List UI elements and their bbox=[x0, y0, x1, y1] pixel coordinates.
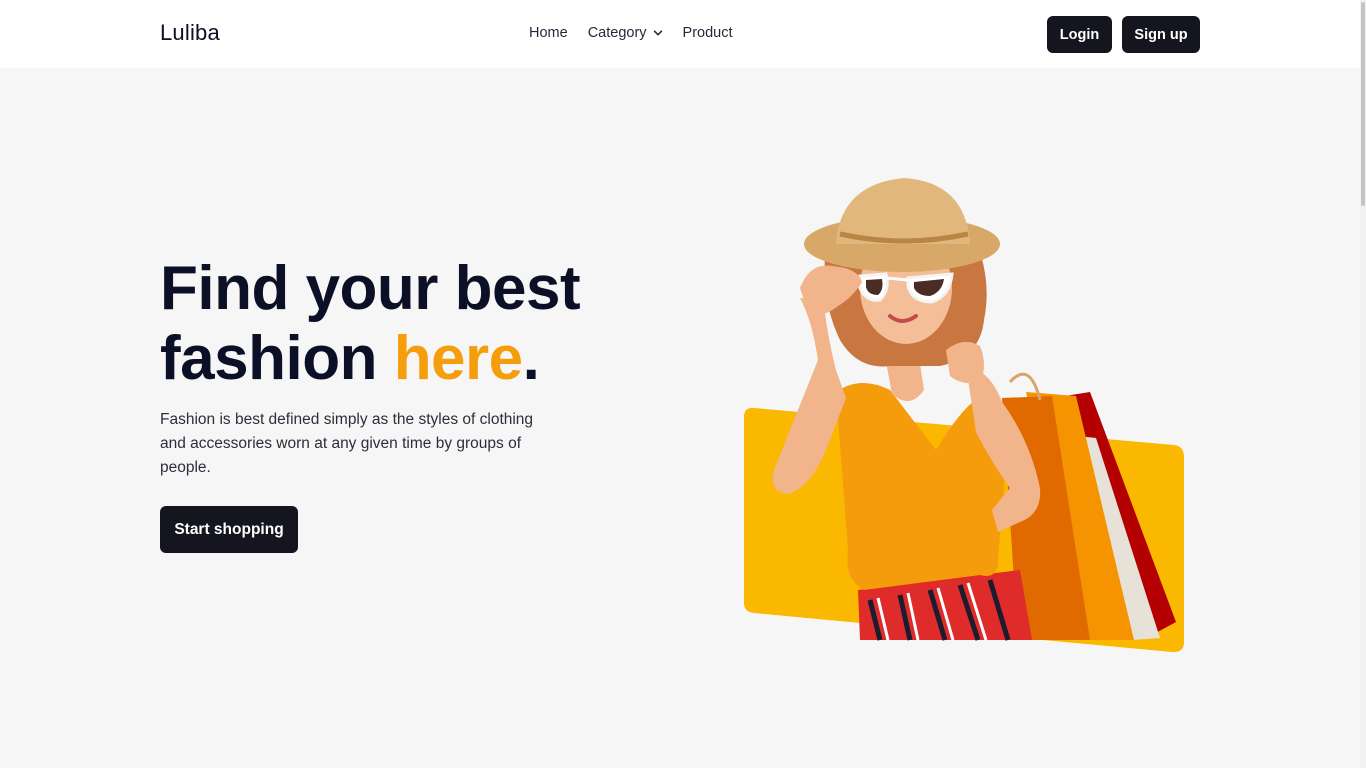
nav-link-home[interactable]: Home bbox=[529, 25, 568, 41]
hero-title-accent: here bbox=[393, 324, 523, 393]
hero-title-period: . bbox=[522, 324, 540, 393]
login-button[interactable]: Login bbox=[1047, 16, 1112, 53]
scrollbar-thumb[interactable] bbox=[1361, 2, 1365, 206]
hero-title-line1: Find your best bbox=[160, 254, 581, 323]
nav-link-category[interactable]: Category bbox=[588, 25, 663, 41]
nav-links: Home Category Product bbox=[529, 25, 733, 41]
nav-link-category-label: Category bbox=[587, 25, 647, 41]
signup-button[interactable]: Sign up bbox=[1122, 16, 1200, 53]
hero-image bbox=[744, 178, 1184, 653]
brand-logo[interactable]: Luliba bbox=[160, 20, 220, 46]
hand-on-strap-shape bbox=[946, 341, 984, 384]
nav-link-product[interactable]: Product bbox=[683, 25, 733, 41]
navbar: Luliba Home Category Product Login Sign … bbox=[0, 0, 1366, 68]
page-scrollbar[interactable] bbox=[1360, 0, 1366, 768]
hero-description: Fashion is best defined simply as the st… bbox=[160, 411, 534, 476]
hero-title: Find your best fashion here. bbox=[160, 254, 581, 394]
hero-title-line2: fashion bbox=[160, 324, 394, 393]
chevron-down-icon bbox=[653, 30, 662, 36]
straw-hat-icon bbox=[804, 178, 1000, 272]
start-shopping-button[interactable]: Start shopping bbox=[160, 506, 298, 553]
